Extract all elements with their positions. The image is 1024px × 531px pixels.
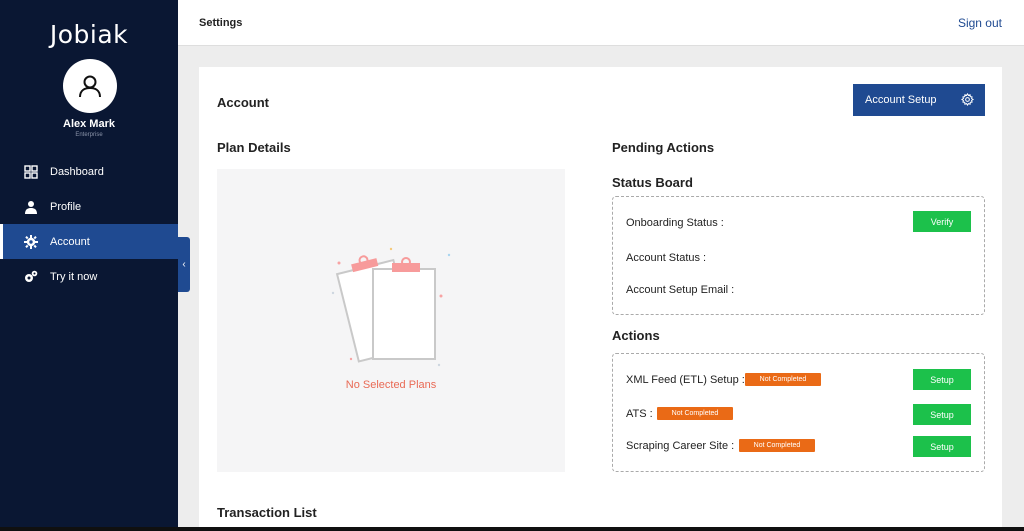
verify-button[interactable]: Verify [913, 211, 971, 232]
account-setup-label: Account Setup [865, 94, 937, 106]
sidebar-item-account[interactable]: Account [0, 224, 178, 259]
plan-details-panel: No Selected Plans [217, 169, 565, 472]
page-title: Settings [199, 17, 243, 29]
transaction-list-title: Transaction List [217, 505, 317, 520]
account-title: Account [217, 95, 269, 110]
sidebar-item-label: Try it now [50, 270, 98, 283]
account-card: Account Account Setup Plan Details No Se… [199, 67, 1002, 531]
sidebar-item-dashboard[interactable]: Dashboard [0, 154, 178, 189]
top-bar: Settings Sign out [178, 0, 1024, 46]
xml-feed-setup-button[interactable]: Setup [913, 369, 971, 390]
user-icon [24, 200, 38, 214]
user-role: Enterprise [75, 132, 103, 138]
dashboard-icon [24, 164, 38, 179]
xml-feed-setup-label: XML Feed (ETL) Setup : [626, 374, 745, 386]
status-board-title: Status Board [612, 175, 693, 190]
sidebar-collapse-toggle[interactable]: ‹ [178, 237, 190, 292]
status-badge: Not Completed [739, 439, 815, 452]
scraping-setup-button[interactable]: Setup [913, 436, 971, 457]
user-name: Alex Mark [63, 118, 115, 130]
settings-icon [960, 92, 975, 109]
sidebar-item-profile[interactable]: Profile [0, 189, 178, 224]
sidebar-nav: Dashboard Profile Account Try it now [0, 154, 178, 294]
ats-label: ATS : [626, 408, 653, 420]
onboarding-status-label: Onboarding Status : [626, 217, 724, 229]
avatar[interactable] [63, 59, 117, 113]
sign-out-link[interactable]: Sign out [958, 16, 1002, 30]
gear-icon [24, 234, 38, 249]
status-board-panel: Onboarding Status : Verify Account Statu… [612, 196, 985, 315]
sidebar-item-try-it-now[interactable]: Try it now [0, 259, 178, 294]
chevron-left-icon: ‹ [182, 259, 186, 270]
window-bottom-edge [0, 527, 1024, 531]
sidebar-item-label: Dashboard [50, 165, 104, 178]
sidebar: Jobiak Alex Mark Enterprise Dashboard Pr… [0, 0, 178, 531]
no-plans-message: No Selected Plans [345, 379, 437, 391]
ats-setup-button[interactable]: Setup [913, 404, 971, 425]
account-status-label: Account Status : [626, 252, 707, 264]
scraping-career-site-label: Scraping Career Site : [626, 440, 735, 452]
empty-clipboard-icon [331, 247, 451, 367]
brand-logo[interactable]: Jobiak [0, 20, 178, 49]
pending-actions-title: Pending Actions [612, 140, 715, 155]
user-avatar-icon [79, 75, 101, 98]
actions-title: Actions [612, 328, 660, 343]
sidebar-item-label: Profile [50, 200, 82, 213]
status-badge: Not Completed [745, 373, 821, 386]
account-setup-button[interactable]: Account Setup [853, 84, 985, 116]
sidebar-item-label: Account [50, 235, 90, 248]
gears-icon [24, 270, 38, 284]
plan-details-title: Plan Details [217, 140, 291, 155]
actions-panel: XML Feed (ETL) Setup : Not Completed Set… [612, 353, 985, 472]
status-badge: Not Completed [657, 407, 733, 420]
account-setup-email-label: Account Setup Email : [626, 284, 735, 296]
